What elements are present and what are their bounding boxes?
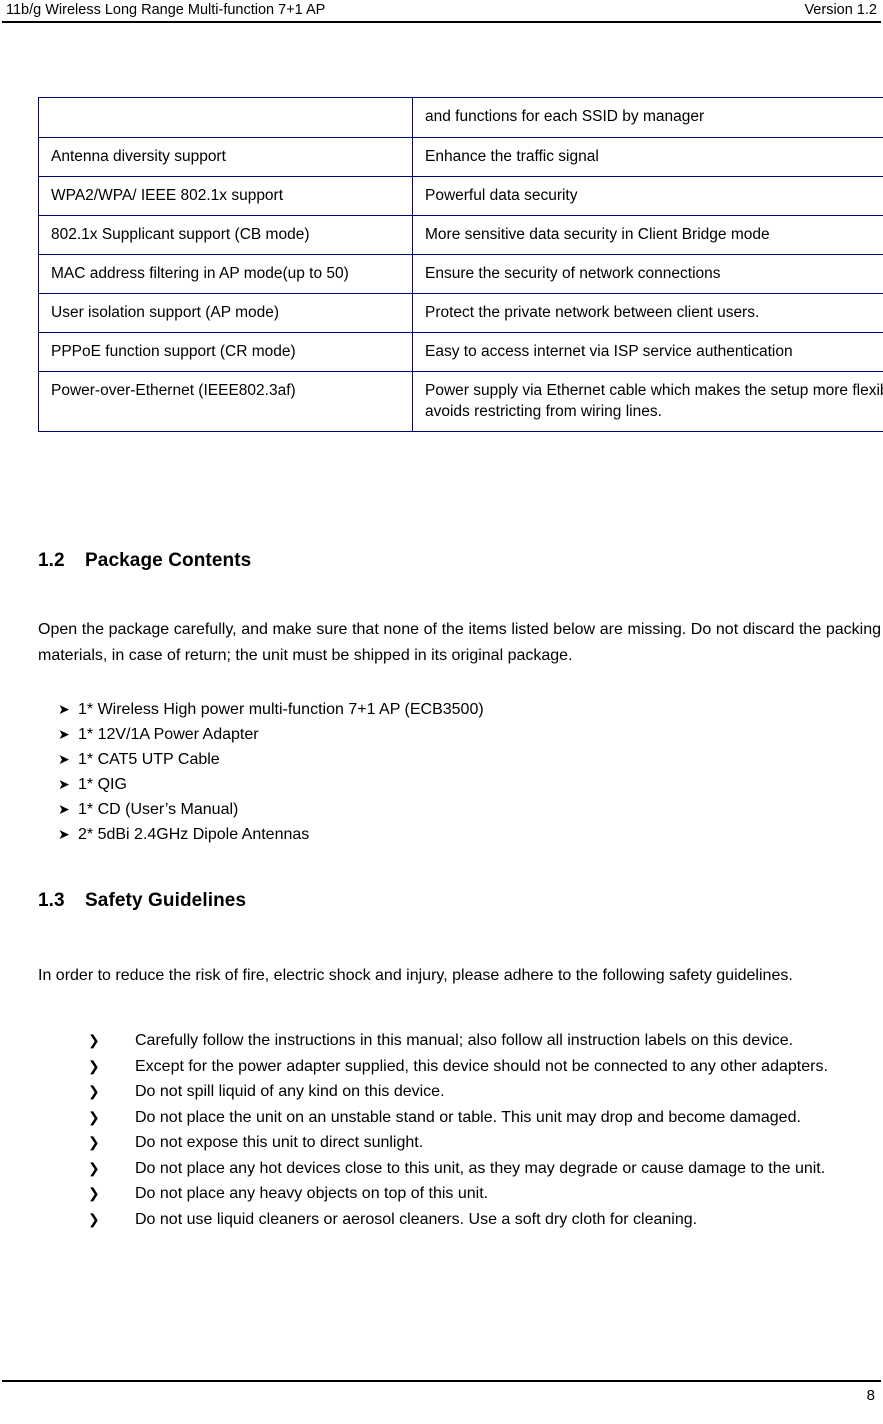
list-item: ❯ Do not spill liquid of any kind on thi…: [88, 1079, 881, 1105]
list-item: ➤ 1* QIG: [58, 772, 484, 797]
package-contents-list: ➤ 1* Wireless High power multi-function …: [58, 697, 484, 847]
arrow-bullet-icon: ➤: [58, 801, 70, 817]
list-item: ❯ Do not place any heavy objects on top …: [88, 1181, 881, 1207]
list-item: ➤ 1* 12V/1A Power Adapter: [58, 722, 484, 747]
list-item: ❯ Do not place any hot devices close to …: [88, 1156, 881, 1182]
header-divider-rule: [2, 21, 881, 23]
section-number: 1.3: [38, 890, 65, 911]
arrow-bullet-icon: ❯: [88, 1210, 100, 1227]
list-item: ❯ Do not expose this unit to direct sunl…: [88, 1130, 881, 1156]
table-cell-benefit: Protect the private network between clie…: [412, 293, 883, 333]
table-cell-feature: Power-over-Ethernet (IEEE802.3af): [38, 371, 413, 432]
header-document-title: 11b/g Wireless Long Range Multi-function…: [6, 2, 326, 18]
arrow-bullet-icon: ➤: [58, 826, 70, 842]
table-row: MAC address filtering in AP mode(up to 5…: [38, 254, 883, 294]
feature-benefit-table: and functions for each SSID by manager A…: [38, 97, 883, 432]
table-row: PPPoE function support (CR mode) Easy to…: [38, 332, 883, 372]
table-row: and functions for each SSID by manager: [38, 97, 883, 138]
list-item: ➤ 1* CAT5 UTP Cable: [58, 747, 484, 772]
package-contents-intro-paragraph: Open the package carefully, and make sur…: [38, 621, 881, 664]
table-cell-benefit: Easy to access internet via ISP service …: [412, 332, 883, 372]
safety-guidelines-list: ❯ Carefully follow the instructions in t…: [88, 1028, 881, 1232]
list-item-label: Do not expose this unit to direct sunlig…: [135, 1134, 424, 1151]
list-item-label: 2* 5dBi 2.4GHz Dipole Antennas: [78, 826, 310, 843]
arrow-bullet-icon: ❯: [88, 1057, 100, 1074]
table-cell-feature: PPPoE function support (CR mode): [38, 332, 413, 372]
list-item: ➤ 1* CD (User’s Manual): [58, 797, 484, 822]
arrow-bullet-icon: ➤: [58, 776, 70, 792]
list-item-label: 1* CD (User’s Manual): [78, 801, 239, 818]
running-header: 11b/g Wireless Long Range Multi-function…: [0, 0, 883, 22]
table-row: User isolation support (AP mode) Protect…: [38, 293, 883, 333]
list-item: ➤ 1* Wireless High power multi-function …: [58, 697, 484, 722]
section-heading-package-contents: 1.2 Package Contents: [38, 550, 251, 572]
section-number: 1.2: [38, 550, 65, 571]
section-heading-safety-guidelines: 1.3 Safety Guidelines: [38, 890, 246, 912]
arrow-bullet-icon: ❯: [88, 1083, 100, 1099]
table-cell-feature: WPA2/WPA/ IEEE 802.1x support: [38, 176, 413, 216]
table-row: Power-over-Ethernet (IEEE802.3af) Power …: [38, 371, 883, 432]
table-cell-benefit: More sensitive data security in Client B…: [412, 215, 883, 255]
table-cell-feature: [38, 97, 413, 138]
table-cell-benefit: Ensure the security of network connectio…: [412, 254, 883, 294]
list-item: ❯ Do not place the unit on an unstable s…: [88, 1105, 881, 1131]
table-cell-feature: Antenna diversity support: [38, 137, 413, 177]
table-row: Antenna diversity support Enhance the tr…: [38, 137, 883, 177]
table-body: and functions for each SSID by manager A…: [38, 97, 883, 432]
footer-divider-rule: [2, 1380, 881, 1382]
table-cell-feature: 802.1x Supplicant support (CB mode): [38, 215, 413, 255]
list-item-label: Do not use liquid cleaners or aerosol cl…: [135, 1210, 698, 1228]
list-item-label: 1* 12V/1A Power Adapter: [78, 726, 259, 743]
list-item-label: Do not place the unit on an unstable sta…: [135, 1108, 801, 1126]
list-item-label: Do not place any hot devices close to th…: [135, 1159, 826, 1177]
arrow-bullet-icon: ❯: [88, 1032, 100, 1048]
safety-guidelines-intro-paragraph: In order to reduce the risk of fire, ele…: [38, 967, 793, 984]
header-version-label: Version 1.2: [804, 2, 877, 18]
list-item: ❯ Carefully follow the instructions in t…: [88, 1028, 881, 1054]
table-cell-feature: MAC address filtering in AP mode(up to 5…: [38, 254, 413, 294]
arrow-bullet-icon: ❯: [88, 1185, 100, 1201]
arrow-bullet-icon: ➤: [58, 701, 70, 717]
table-row: 802.1x Supplicant support (CB mode) More…: [38, 215, 883, 255]
list-item-label: 1* QIG: [78, 776, 127, 793]
list-item: ❯ Do not use liquid cleaners or aerosol …: [88, 1207, 881, 1233]
table-cell-benefit: and functions for each SSID by manager: [412, 97, 883, 138]
list-item: ➤ 2* 5dBi 2.4GHz Dipole Antennas: [58, 822, 484, 847]
arrow-bullet-icon: ➤: [58, 726, 70, 742]
page-number: 8: [866, 1387, 875, 1404]
table-cell-benefit: Powerful data security: [412, 176, 883, 216]
list-item-label: Do not place any heavy objects on top of…: [135, 1185, 489, 1202]
list-item-label: 1* Wireless High power multi-function 7+…: [78, 701, 484, 718]
table-row: WPA2/WPA/ IEEE 802.1x support Powerful d…: [38, 176, 883, 216]
list-item-label: Except for the power adapter supplied, t…: [135, 1057, 828, 1075]
arrow-bullet-icon: ➤: [58, 751, 70, 767]
arrow-bullet-icon: ❯: [88, 1159, 100, 1176]
list-item-label: Do not spill liquid of any kind on this …: [135, 1083, 445, 1100]
table-cell-benefit: Enhance the traffic signal: [412, 137, 883, 177]
section-title: Package Contents: [85, 550, 252, 571]
table-cell-feature: User isolation support (AP mode): [38, 293, 413, 333]
list-item: ❯ Except for the power adapter supplied,…: [88, 1054, 881, 1080]
list-item-label: Carefully follow the instructions in thi…: [135, 1032, 794, 1049]
arrow-bullet-icon: ❯: [88, 1108, 100, 1125]
arrow-bullet-icon: ❯: [88, 1134, 100, 1150]
section-title: Safety Guidelines: [85, 890, 247, 911]
list-item-label: 1* CAT5 UTP Cable: [78, 751, 220, 768]
table-cell-benefit: Power supply via Ethernet cable which ma…: [412, 371, 883, 432]
